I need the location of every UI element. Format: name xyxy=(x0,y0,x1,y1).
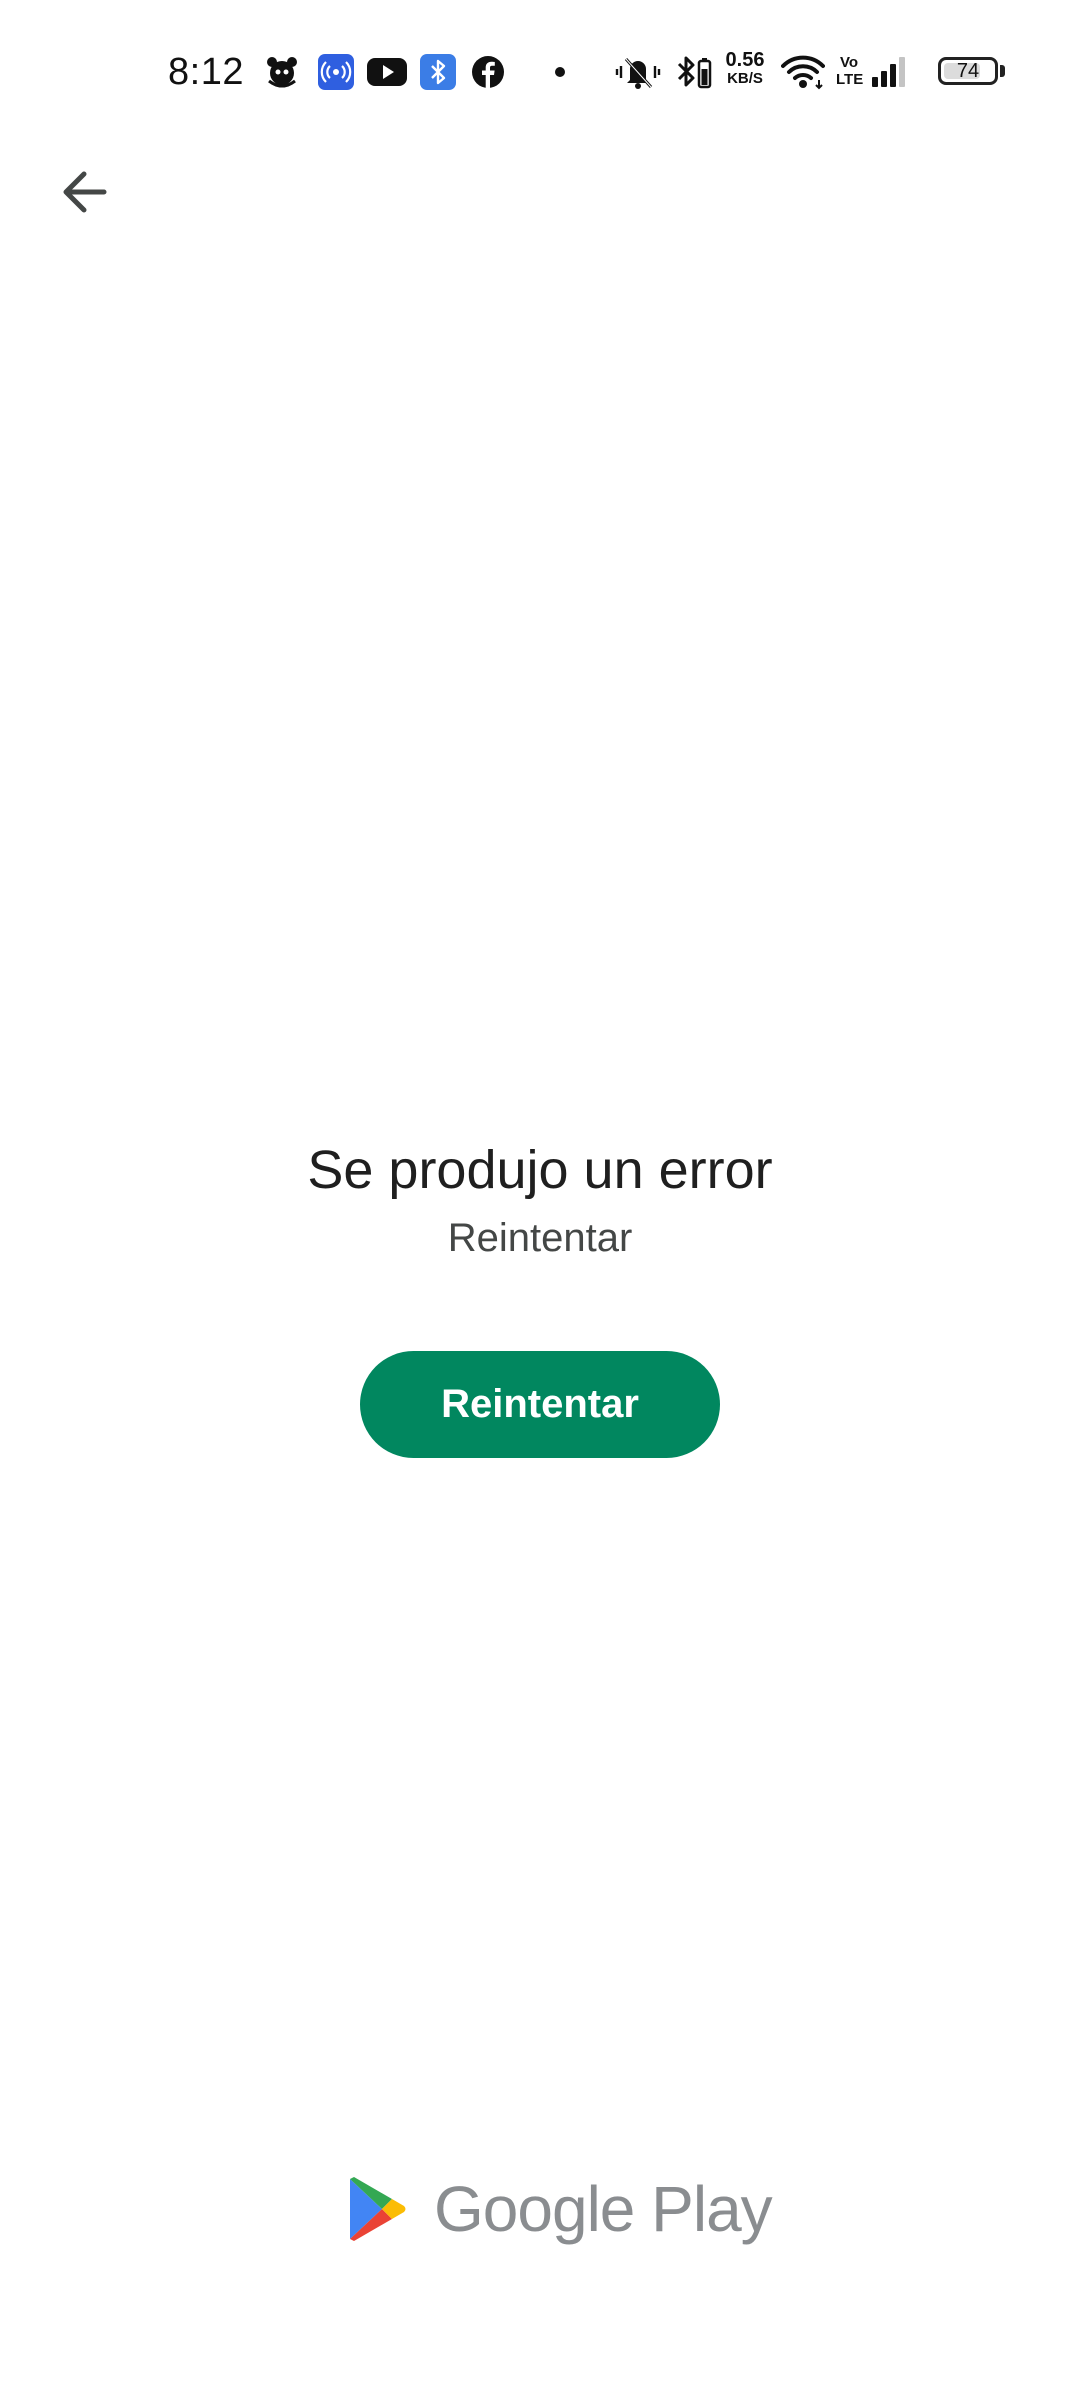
volte-icon: Vo LTE xyxy=(836,54,864,88)
google-play-logo-icon xyxy=(348,2177,406,2241)
google-play-wordmark: Google Play xyxy=(434,2173,773,2245)
youtube-icon xyxy=(366,52,408,92)
pet-app-icon xyxy=(262,52,302,92)
wifi-icon xyxy=(780,52,826,92)
facebook-icon xyxy=(468,52,508,92)
retry-button[interactable]: Reintentar xyxy=(360,1351,720,1458)
hotspot-icon xyxy=(316,52,356,92)
arrow-back-icon xyxy=(58,166,110,218)
battery-level: 74 xyxy=(956,60,980,82)
network-speed: 0.56 KB/S xyxy=(716,50,774,87)
network-speed-unit: KB/S xyxy=(727,70,763,87)
network-speed-value: 0.56 xyxy=(725,49,765,71)
bluetooth-battery-icon xyxy=(674,52,714,92)
google-play-logo: Google Play xyxy=(348,2173,773,2245)
more-dot-icon xyxy=(550,52,570,92)
volte-top-label: Vo xyxy=(839,54,859,71)
back-button[interactable] xyxy=(36,144,132,240)
status-bar: 8:12 0.56 KB/S Vo LTE 74 xyxy=(0,0,1080,140)
bluetooth-app-icon xyxy=(418,52,458,92)
volte-bottom-label: LTE xyxy=(836,71,864,88)
error-subtitle: Reintentar xyxy=(447,1216,633,1260)
status-time: 8:12 xyxy=(168,51,244,93)
error-title: Se produjo un error xyxy=(307,1140,773,1200)
mute-vibrate-icon xyxy=(614,52,662,92)
cellular-signal-icon xyxy=(870,52,910,92)
battery-icon: 74 xyxy=(938,57,998,85)
battery-tip xyxy=(1000,65,1005,77)
